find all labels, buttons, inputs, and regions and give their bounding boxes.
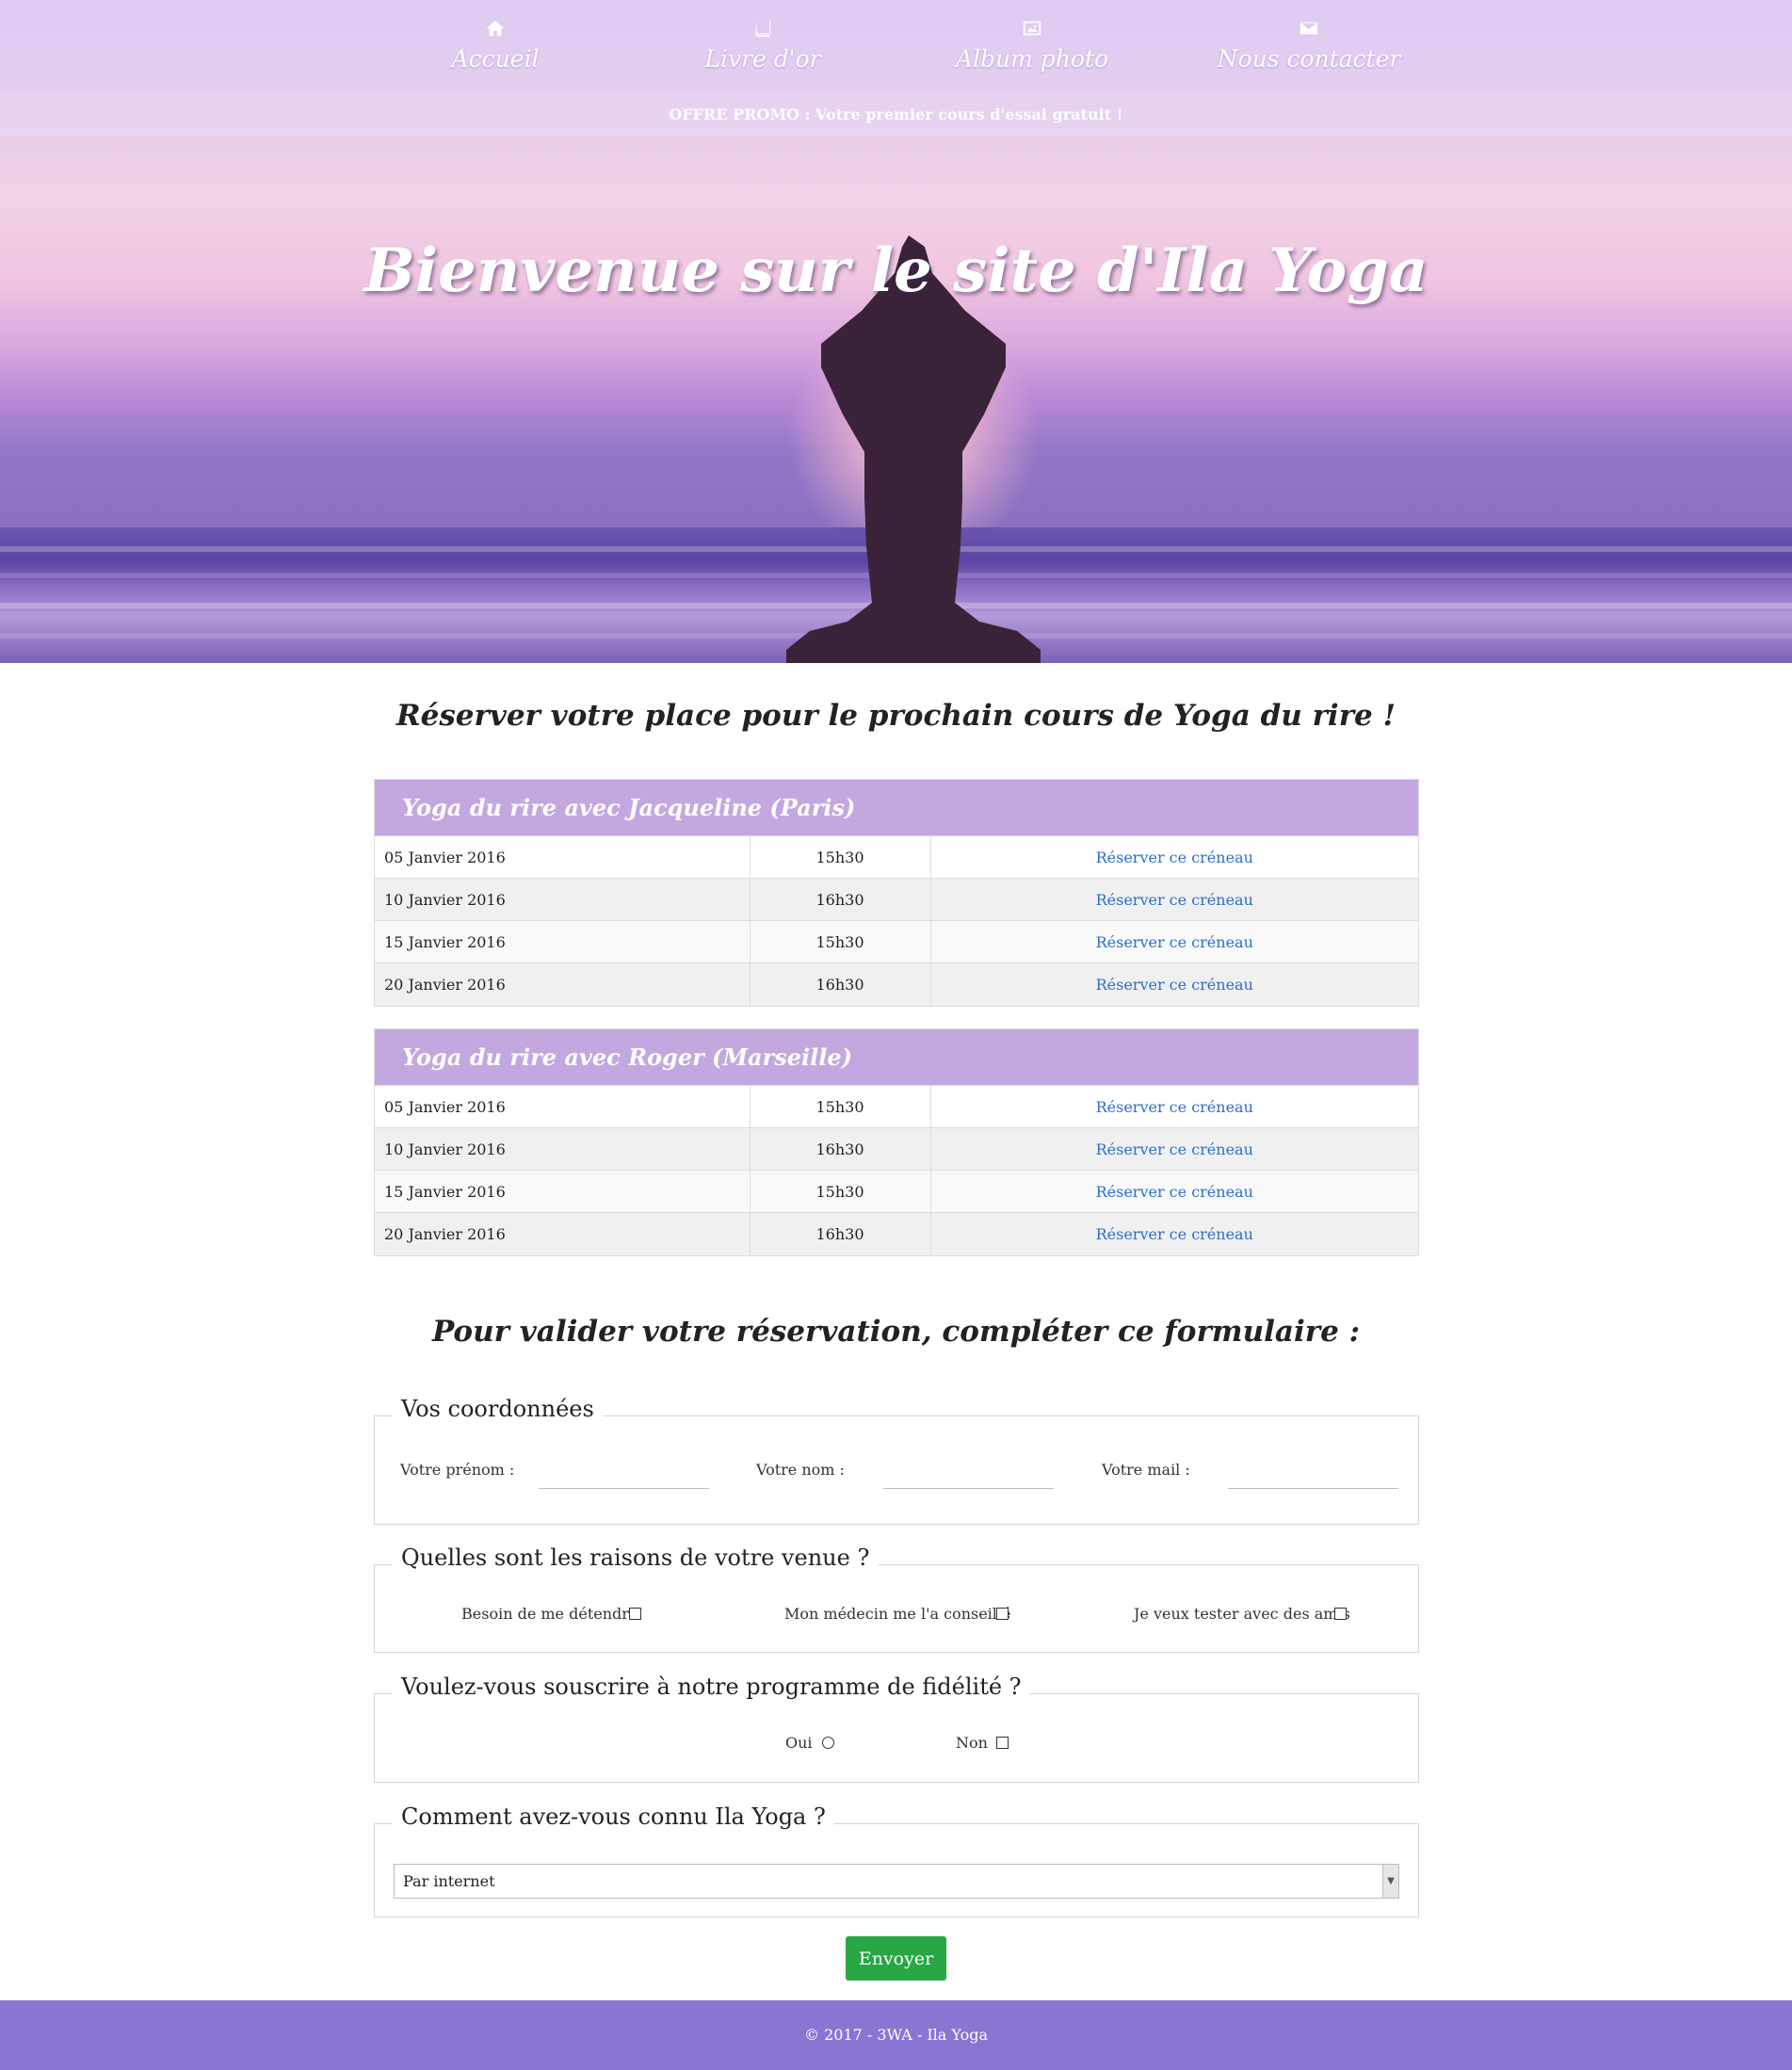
reason-doctor-label: Mon médecin me l'a conseillé	[784, 1605, 1011, 1623]
book-slot-link[interactable]: Réserver ce créneau	[930, 920, 1418, 963]
schedule-heading: Yoga du rire avec Jacqueline (Paris)	[375, 780, 1418, 835]
book-slot-link[interactable]: Réserver ce créneau	[930, 878, 1418, 921]
envelope-icon	[1215, 17, 1403, 43]
table-row: 10 Janvier 2016 16h30 Réserver ce crénea…	[375, 1127, 1418, 1171]
table-row: 15 Janvier 2016 15h30 Réserver ce crénea…	[375, 1170, 1418, 1213]
schedule-table: 05 Janvier 2016 15h30 Réserver ce crénea…	[375, 835, 1418, 1006]
reasons-fieldset: Quelles sont les raisons de votre venue …	[374, 1544, 1419, 1653]
table-row: 15 Janvier 2016 15h30 Réserver ce crénea…	[375, 920, 1418, 963]
loyalty-fieldset: Voulez-vous souscrire à notre programme …	[374, 1674, 1419, 1783]
reason-friends-checkbox[interactable]	[1334, 1608, 1347, 1620]
nav-item-accueil[interactable]: Accueil	[411, 17, 580, 73]
hero-banner: Accueil Livre d'or Album photo Nous cont…	[0, 0, 1792, 663]
schedule-paris: Yoga du rire avec Jacqueline (Paris) 05 …	[374, 779, 1419, 1007]
image-icon	[947, 17, 1117, 43]
source-selected-value: Par internet	[403, 1872, 495, 1890]
slot-date: 15 Janvier 2016	[375, 920, 751, 963]
slot-date: 10 Janvier 2016	[375, 878, 751, 921]
slot-time: 15h30	[750, 1085, 931, 1128]
fieldset-legend: Voulez-vous souscrire à notre programme …	[393, 1674, 1030, 1700]
source-fieldset: Comment avez-vous connu Ila Yoga ? Par i…	[374, 1803, 1419, 1917]
nav-label: Album photo	[955, 45, 1109, 73]
slot-date: 20 Janvier 2016	[375, 962, 751, 1006]
slot-date: 10 Janvier 2016	[375, 1127, 751, 1171]
email-label: Votre mail :	[1102, 1461, 1190, 1479]
hero-title: Bienvenue sur le site d'Ila Yoga	[363, 235, 1429, 306]
reason-relax-checkbox[interactable]	[629, 1608, 641, 1620]
lastname-input[interactable]	[883, 1461, 1054, 1489]
home-icon	[411, 17, 580, 43]
schedule-heading: Yoga du rire avec Roger (Marseille)	[375, 1029, 1418, 1085]
firstname-label: Votre prénom :	[400, 1461, 515, 1479]
slot-date: 15 Janvier 2016	[375, 1170, 751, 1213]
book-slot-link[interactable]: Réserver ce créneau	[930, 1127, 1418, 1171]
book-slot-link[interactable]: Réserver ce créneau	[930, 962, 1418, 1006]
table-row: 05 Janvier 2016 15h30 Réserver ce crénea…	[375, 1085, 1418, 1128]
submit-button[interactable]: Envoyer	[846, 1936, 946, 1981]
loyalty-no-checkbox[interactable]	[996, 1737, 1009, 1749]
table-row: 05 Janvier 2016 15h30 Réserver ce crénea…	[375, 835, 1418, 879]
top-navigation: Accueil Livre d'or Album photo Nous cont…	[0, 0, 1792, 94]
form-title: Pour valider votre réservation, compléte…	[431, 1315, 1361, 1349]
footer: © 2017 - 3WA - Ila Yoga	[0, 2000, 1792, 2070]
fieldset-legend: Comment avez-vous connu Ila Yoga ?	[393, 1803, 834, 1830]
schedule-marseille: Yoga du rire avec Roger (Marseille) 05 J…	[374, 1028, 1419, 1256]
slot-time: 15h30	[750, 835, 931, 879]
slot-time: 15h30	[750, 1170, 931, 1213]
reason-relax-label: Besoin de me détendre	[461, 1605, 638, 1623]
nav-label: Nous contacter	[1217, 45, 1401, 73]
nav-item-livre-dor[interactable]: Livre d'or	[678, 17, 848, 73]
book-icon	[678, 17, 848, 43]
slot-date: 05 Janvier 2016	[375, 835, 751, 879]
booking-title: Réserver votre place pour le prochain co…	[396, 699, 1396, 733]
book-slot-link[interactable]: Réserver ce créneau	[930, 1085, 1418, 1128]
nav-item-album-photo[interactable]: Album photo	[947, 17, 1117, 73]
loyalty-yes-label: Oui	[785, 1734, 813, 1752]
slot-time: 16h30	[750, 878, 931, 921]
slot-time: 16h30	[750, 962, 931, 1006]
schedule-table: 05 Janvier 2016 15h30 Réserver ce crénea…	[375, 1085, 1418, 1255]
book-slot-link[interactable]: Réserver ce créneau	[930, 835, 1418, 879]
book-slot-link[interactable]: Réserver ce créneau	[930, 1212, 1418, 1255]
fieldset-legend: Quelles sont les raisons de votre venue …	[393, 1544, 879, 1571]
source-select[interactable]: Par internet ▼	[394, 1864, 1399, 1899]
firstname-input[interactable]	[539, 1461, 709, 1489]
nav-label: Livre d'or	[704, 45, 821, 73]
nav-item-nous-contacter[interactable]: Nous contacter	[1215, 17, 1403, 73]
loyalty-no-label: Non	[956, 1734, 988, 1752]
slot-date: 20 Janvier 2016	[375, 1212, 751, 1255]
email-input[interactable]	[1228, 1461, 1398, 1489]
slot-time: 15h30	[750, 920, 931, 963]
book-slot-link[interactable]: Réserver ce créneau	[930, 1170, 1418, 1213]
promo-banner: OFFRE PROMO : Votre premier cours d'essa…	[0, 94, 1792, 136]
reason-doctor-checkbox[interactable]	[996, 1608, 1009, 1620]
fieldset-legend: Vos coordonnées	[393, 1396, 603, 1422]
nav-label: Accueil	[451, 45, 540, 73]
slot-time: 16h30	[750, 1212, 931, 1255]
lastname-label: Votre nom :	[756, 1461, 845, 1479]
table-row: 20 Janvier 2016 16h30 Réserver ce crénea…	[375, 1212, 1418, 1255]
slot-time: 16h30	[750, 1127, 931, 1171]
table-row: 20 Janvier 2016 16h30 Réserver ce crénea…	[375, 962, 1418, 1006]
table-row: 10 Janvier 2016 16h30 Réserver ce crénea…	[375, 878, 1418, 921]
slot-date: 05 Janvier 2016	[375, 1085, 751, 1128]
loyalty-yes-radio[interactable]	[822, 1737, 834, 1749]
coordinates-fieldset: Vos coordonnées Votre prénom : Votre nom…	[374, 1396, 1419, 1525]
reason-friends-label: Je veux tester avec des amis	[1134, 1605, 1350, 1623]
chevron-down-icon: ▼	[1382, 1865, 1398, 1898]
